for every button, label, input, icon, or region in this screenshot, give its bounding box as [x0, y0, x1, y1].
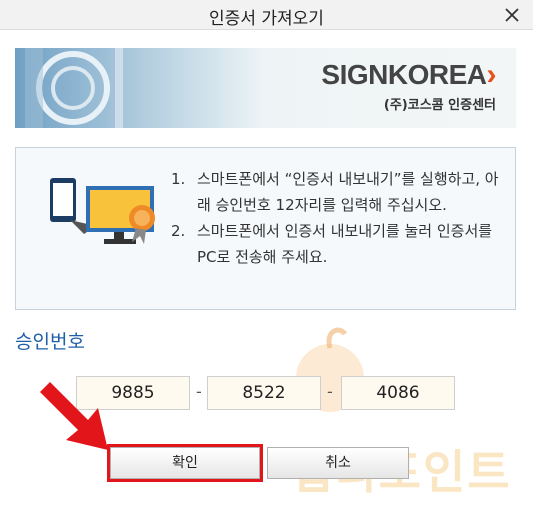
code-separator: -: [327, 382, 333, 401]
instruction-item: 2. 스마트폰에서 인증서 내보내기를 눌러 인증서를 PC로 전송해 주세요.: [171, 222, 493, 266]
window-title: 인증서 가져오기: [209, 9, 324, 29]
approval-code-field-3[interactable]: 4086: [341, 376, 455, 410]
vault-decoration-icon: [25, 48, 123, 128]
signkorea-banner: SIGNKOREA› (주)코스콤 인증센터: [15, 48, 516, 128]
close-icon[interactable]: [501, 4, 523, 26]
approval-code-field-2[interactable]: 8522: [207, 376, 321, 410]
instruction-text: 스마트폰에서 “인증서 내보내기”를 실행하고, 아래 승인번호 12자리를 입…: [197, 170, 499, 214]
phone-to-pc-certificate-icon: [50, 178, 155, 244]
brand-logo: SIGNKOREA› (주)코스콤 인증센터: [321, 58, 496, 114]
confirm-button[interactable]: 확인: [107, 444, 263, 482]
cancel-button[interactable]: 취소: [267, 447, 409, 479]
code-separator: -: [196, 382, 202, 401]
red-arrow-annotation-icon: [40, 382, 108, 450]
instruction-item: 1. 스마트폰에서 “인증서 내보내기”를 실행하고, 아래 승인번호 12자리…: [171, 170, 499, 214]
instruction-text: 스마트폰에서 인증서 내보내기를 눌러 인증서를 PC로 전송해 주세요.: [197, 222, 493, 266]
instruction-list: 1. 스마트폰에서 “인증서 내보내기”를 실행하고, 아래 승인번호 12자리…: [171, 166, 501, 270]
brand-subtitle: (주)코스콤 인증센터: [383, 98, 496, 113]
title-bar: 인증서 가져오기: [0, 0, 533, 30]
brand-name: SIGNKOREA›: [321, 58, 496, 91]
approval-number-label: 승인번호: [15, 331, 85, 353]
instruction-panel: 1. 스마트폰에서 “인증서 내보내기”를 실행하고, 아래 승인번호 12자리…: [15, 147, 516, 310]
